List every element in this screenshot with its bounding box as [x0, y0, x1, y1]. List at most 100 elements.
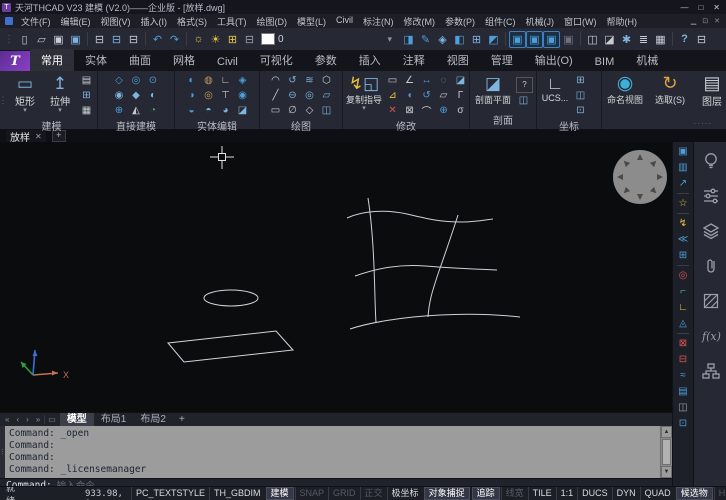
modify-tool-icon[interactable]: ∠ [402, 73, 417, 87]
modify-tool-icon[interactable]: ✕ [385, 103, 400, 117]
layer-on-icon[interactable]: ☼ [190, 31, 207, 48]
status-toggle[interactable]: DYN [612, 487, 640, 500]
draw-tool-icon[interactable]: ⊖ [285, 88, 300, 102]
direct-modeling-tool-icon[interactable]: ◭ [129, 103, 144, 117]
view-cube-se-icon[interactable]: ▣ [509, 31, 526, 48]
draw-tool-icon[interactable]: ≋ [302, 73, 317, 87]
fx-expression-icon[interactable]: f(x) [700, 325, 722, 347]
solid-edit-tool-icon[interactable]: ◕ [218, 103, 233, 117]
menu-item[interactable]: 组件(C) [480, 15, 521, 28]
open-file-icon[interactable]: ▱ [33, 31, 50, 48]
status-toggle[interactable]: 极坐标 [387, 487, 423, 500]
menu-item[interactable]: 修改(M) [399, 15, 441, 28]
solid-edit-tool-icon[interactable]: ◪ [235, 103, 250, 117]
mdi-minimize-button[interactable]: ▁ [691, 17, 696, 25]
status-toggle[interactable]: SNAP [295, 487, 329, 500]
draw-tool-icon[interactable]: ▭ [268, 103, 283, 117]
direct-modeling-tool-icon[interactable]: ◔ [146, 103, 161, 117]
menu-item[interactable]: 编辑(E) [56, 15, 96, 28]
solid-edit-tool-icon[interactable]: ∟ [218, 73, 233, 87]
ribbon-tab[interactable]: BIM [584, 53, 626, 71]
new-file-icon[interactable]: ▯ [16, 31, 33, 48]
menu-item[interactable]: 窗口(W) [559, 15, 602, 28]
status-toggle[interactable]: HKA [714, 487, 726, 500]
direct-modeling-tool-icon[interactable]: ◆ [129, 88, 144, 102]
prev-layout-button[interactable]: ‹ [13, 415, 22, 424]
draw-tool-icon[interactable]: ↺ [285, 73, 300, 87]
draw-tool-icon[interactable]: ◠ [268, 73, 283, 87]
minimize-button[interactable]: — [680, 3, 688, 12]
chevron-down-icon[interactable]: ▾ [387, 34, 398, 45]
modify-tool-icon[interactable]: ⊠ [402, 103, 417, 117]
properties-panel-icon[interactable]: ▣ [676, 144, 691, 159]
save-as-icon[interactable]: ▣ [67, 31, 84, 48]
panel-overflow-dots[interactable]: ····· [694, 119, 712, 128]
array-icon[interactable]: ⊞ [468, 31, 485, 48]
select-button[interactable]: ↻ 选取(S) [651, 73, 689, 106]
properties-palette-icon[interactable]: ◫ [584, 31, 601, 48]
layer-dropdown[interactable]: 0 ▾ [278, 34, 398, 45]
modify-tool-icon[interactable]: ◖ [402, 88, 417, 102]
draw-tool-icon[interactable]: ∅ [285, 103, 300, 117]
image-manager-icon[interactable]: ▦ [652, 31, 669, 48]
ribbon-tab[interactable]: 可视化 [249, 49, 304, 71]
modify-tool-icon[interactable]: ▱ [436, 88, 451, 102]
modeling-tool-icon[interactable]: ⊞ [79, 88, 94, 102]
solid-edit-tool-icon[interactable]: ◉ [235, 88, 250, 102]
sliders-icon[interactable] [700, 185, 722, 207]
panel-icon[interactable]: ◫ [676, 400, 691, 415]
draw-tool-icon[interactable]: ◇ [302, 103, 317, 117]
draw-tool-icon[interactable]: ◫ [319, 103, 334, 117]
draw-tool-icon[interactable]: ╱ [268, 88, 283, 102]
solid-edit-tool-icon[interactable]: ◈ [235, 73, 250, 87]
modify-tool-icon[interactable]: ◌ [436, 73, 451, 87]
drawing-canvas[interactable]: X [0, 142, 672, 412]
solid-edit-tool-icon[interactable]: ◍ [201, 73, 216, 87]
modify-tool-icon[interactable]: ↔ [419, 73, 434, 87]
modeling-tool-icon[interactable]: ▤ [79, 73, 94, 87]
ribbon-tab[interactable]: 参数 [304, 49, 348, 71]
menu-item[interactable]: Civil [331, 15, 358, 28]
scrollbar-thumb[interactable] [662, 439, 671, 465]
direct-modeling-tool-icon[interactable]: ◎ [129, 73, 144, 87]
ucs-tool-icon[interactable]: ⊡ [573, 103, 588, 117]
named-view-button[interactable]: ◉ 命名视图 [605, 73, 645, 106]
menu-item[interactable]: 文件(F) [16, 15, 56, 28]
layer-thaw-icon[interactable]: ☀ [207, 31, 224, 48]
solid-edit-tool-icon[interactable]: ◒ [184, 103, 199, 117]
direct-modeling-tool-icon[interactable]: ⊕ [112, 103, 127, 117]
draw-tool-icon[interactable]: ◎ [302, 88, 317, 102]
constraint-delete-icon[interactable]: ⊠ [676, 336, 691, 351]
next-layout-button[interactable]: › [23, 415, 32, 424]
toolbar-grip[interactable]: ⋮ [4, 34, 14, 45]
extrude-button[interactable]: ↥ 拉伸 ▾ [44, 73, 76, 114]
copy-guide-button[interactable]: ↯◱ 复制指导 ▾ [346, 73, 382, 112]
save-icon[interactable]: ▣ [50, 31, 67, 48]
status-toggle[interactable]: QUAD [640, 487, 675, 500]
center-icon[interactable]: ⊡ [676, 416, 691, 431]
direct-modeling-tool-icon[interactable]: ◉ [112, 88, 127, 102]
group-icon[interactable]: ◈ [434, 31, 451, 48]
menu-item[interactable]: 工具(T) [212, 15, 252, 28]
layer-plot-icon[interactable]: ⊟ [241, 31, 258, 48]
publish-icon[interactable]: ⊟ [125, 31, 142, 48]
status-toggle[interactable]: TH_GBDIM [209, 487, 265, 500]
help-icon[interactable]: ? [676, 31, 693, 48]
ucs-tool-icon[interactable]: ⊞ [573, 73, 588, 87]
match-properties-icon[interactable]: ✎ [417, 31, 434, 48]
paint-bucket-icon[interactable]: ◨ [400, 31, 417, 48]
mdi-close-button[interactable]: ✕ [714, 17, 720, 25]
status-toggle[interactable]: DUCS [577, 487, 612, 500]
corner-tool-icon[interactable]: ⌐ [676, 284, 691, 299]
clean-screen-icon[interactable]: ◪ [601, 31, 618, 48]
magic-wand-icon[interactable]: ☆ [676, 196, 691, 211]
direct-modeling-tool-icon[interactable]: ◐ [146, 88, 161, 102]
ribbon-tab[interactable]: 视图 [436, 49, 480, 71]
layer-lock-icon[interactable]: ⊞ [224, 31, 241, 48]
add-layout-button[interactable]: + [174, 414, 190, 425]
filter-icon[interactable]: ≪ [676, 232, 691, 247]
smooth-icon[interactable]: ≈ [676, 368, 691, 383]
solid-edit-tool-icon[interactable]: ⊤ [218, 88, 233, 102]
ribbon-tab[interactable]: 网格 [162, 49, 206, 71]
remove-icon[interactable]: ⊟ [676, 352, 691, 367]
